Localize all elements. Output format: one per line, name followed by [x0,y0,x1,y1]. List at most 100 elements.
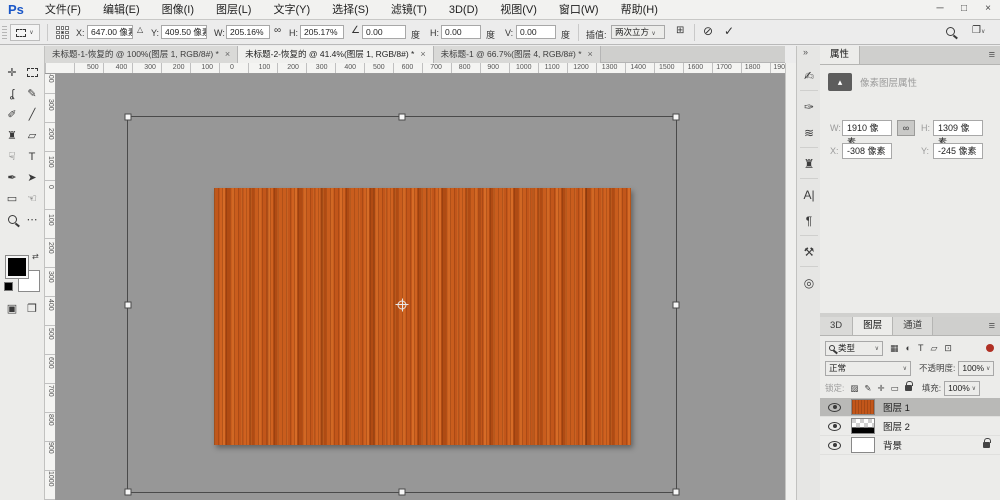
visibility-eye-icon[interactable] [828,441,841,450]
tool-preset-picker[interactable]: ∨ [10,24,40,41]
marquee-tool[interactable] [22,62,42,83]
document-tab-2[interactable]: 未标题-2-恢复的 @ 41.4%(图层 1, RGB/8#) *× [238,46,434,63]
angle-input[interactable]: 0.00 [362,25,406,39]
vertical-scrollbar[interactable] [785,63,796,500]
close-button[interactable]: × [976,0,1000,20]
transform-handle[interactable] [125,114,132,121]
menu-item-0[interactable]: 文件(F) [34,0,92,20]
tool-presets-icon[interactable]: ⚒ [797,240,821,264]
quick-selection-tool[interactable]: ✎ [22,83,42,104]
opacity-select[interactable]: 100%∨ [958,361,994,376]
paragraph-panel-icon[interactable]: ¶ [797,209,821,233]
horizontal-ruler[interactable]: 5004003002001000100200300400500600700800… [45,63,785,74]
y-input[interactable]: 409.50 像素 [161,25,207,39]
move-tool[interactable]: ✛ [2,62,22,83]
menu-item-7[interactable]: 3D(D) [438,0,489,20]
eraser-tool[interactable]: ▱ [22,125,42,146]
foreground-color-swatch[interactable] [6,256,28,278]
canvas-area[interactable] [56,74,785,500]
vskew-input[interactable]: 0.00 [516,25,556,39]
eyedropper-tool[interactable]: ✐ [2,104,22,125]
lock-transparency-icon[interactable]: ▨ [850,383,858,394]
filter-smart-objects-icon[interactable]: ⊡ [944,343,952,354]
document-tab-3[interactable]: 未标题-1 @ 66.7%(图层 4, RGB/8#) *× [434,46,601,63]
prop-h-field[interactable]: 1309 像素 [933,120,983,136]
prop-x-field[interactable]: -308 像素 [842,143,892,159]
menu-item-3[interactable]: 图层(L) [205,0,262,20]
height-input[interactable]: 205.17% [300,25,344,39]
tab-通道[interactable]: 通道 [893,317,933,335]
lock-position-icon[interactable]: ✛ [878,383,885,394]
transform-handle[interactable] [399,489,406,496]
close-tab-icon[interactable]: × [225,46,230,63]
link-wh-icon[interactable]: ∞ [897,120,915,136]
minimize-button[interactable]: ─ [928,0,952,20]
layer-thumbnail[interactable] [851,418,875,434]
filter-pixel-layers-icon[interactable]: ▦ [890,343,899,354]
reference-point-locator[interactable] [56,26,69,39]
layer-row-1[interactable]: 图层 1 [820,398,1000,417]
clone-source-icon[interactable]: ♜ [797,152,821,176]
lock-all-icon[interactable] [905,385,912,391]
filter-shape-layers-icon[interactable]: ▱ [930,343,937,354]
visibility-eye-icon[interactable] [828,422,841,431]
maximize-button[interactable]: □ [952,0,976,20]
cancel-transform-icon[interactable]: ⊘ [703,24,713,38]
tab-图层[interactable]: 图层 [853,317,893,335]
menu-item-10[interactable]: 帮助(H) [610,0,669,20]
layers-menu-icon[interactable]: ≡ [989,320,995,332]
transform-handle[interactable] [673,489,680,496]
prop-w-field[interactable]: 1910 像素 [842,120,892,136]
layer-thumbnail[interactable] [851,437,875,453]
filter-adjustment-layers-icon[interactable]: ◐ [906,343,911,354]
width-input[interactable]: 205.16% [226,25,270,39]
menu-item-2[interactable]: 图像(I) [151,0,205,20]
commit-transform-icon[interactable]: ✓ [724,24,734,38]
menu-item-1[interactable]: 编辑(E) [92,0,151,20]
menu-item-8[interactable]: 视图(V) [489,0,548,20]
prop-y-field[interactable]: -245 像素 [933,143,983,159]
quick-mask-button[interactable]: ▣ [2,298,22,319]
close-tab-icon[interactable]: × [420,46,425,63]
close-tab-icon[interactable]: × [588,46,593,63]
vertical-ruler[interactable]: 4003002001000100200300400500600700800900… [45,74,56,500]
clone-stamp-tool[interactable]: ♜ [2,125,22,146]
layer-filter-select[interactable]: 类型 ∨ [825,341,883,356]
adjustments-icon[interactable]: ≋ [797,121,821,145]
transform-center-reference[interactable] [398,300,407,309]
layer-row-2[interactable]: 图层 2 [820,417,1000,436]
path-select-tool[interactable]: ➤ [22,167,42,188]
layer-thumbnail[interactable] [851,399,875,415]
expand-panels-icon[interactable]: » [803,47,808,57]
character-panel-icon[interactable]: A| [797,183,821,207]
swap-colors-icon[interactable]: ⇄ [32,252,39,261]
lasso-tool[interactable]: ʆ [2,83,22,104]
menu-item-4[interactable]: 文字(Y) [262,0,321,20]
x-input[interactable]: 647.00 像素 [87,25,133,39]
layer-row-3[interactable]: 背景 [820,436,1000,455]
brush-presets-icon[interactable]: ✍ [797,64,821,88]
blend-mode-select[interactable]: 正常∨ [825,361,911,376]
fill-select[interactable]: 100%∨ [944,381,980,396]
hand-tool[interactable]: ☜ [22,188,42,209]
zoom-tool[interactable] [2,209,22,230]
menu-item-9[interactable]: 窗口(W) [548,0,610,20]
transform-handle[interactable] [399,114,406,121]
libraries-icon[interactable]: ◎ [797,271,821,295]
link-dimensions-icon[interactable]: ∞ [274,25,281,36]
transform-handle[interactable] [125,301,132,308]
type-tool[interactable]: T [22,146,42,167]
transform-handle[interactable] [673,301,680,308]
filter-switch-icon[interactable] [986,344,994,352]
interpolation-select[interactable]: 两次立方 ∨ [611,25,665,39]
screen-mode-button[interactable]: ❐ [22,298,42,319]
lock-artboard-icon[interactable]: ▭ [891,383,899,394]
menu-item-6[interactable]: 滤镜(T) [380,0,438,20]
properties-menu-icon[interactable]: ≡ [989,49,995,61]
relative-position-icon[interactable]: △ [137,25,143,34]
tab-3D[interactable]: 3D [820,317,853,335]
brush-tool[interactable]: ╱ [22,104,42,125]
transform-bounding-box[interactable] [127,116,677,493]
hskew-input[interactable]: 0.00 [441,25,481,39]
visibility-eye-icon[interactable] [828,403,841,412]
